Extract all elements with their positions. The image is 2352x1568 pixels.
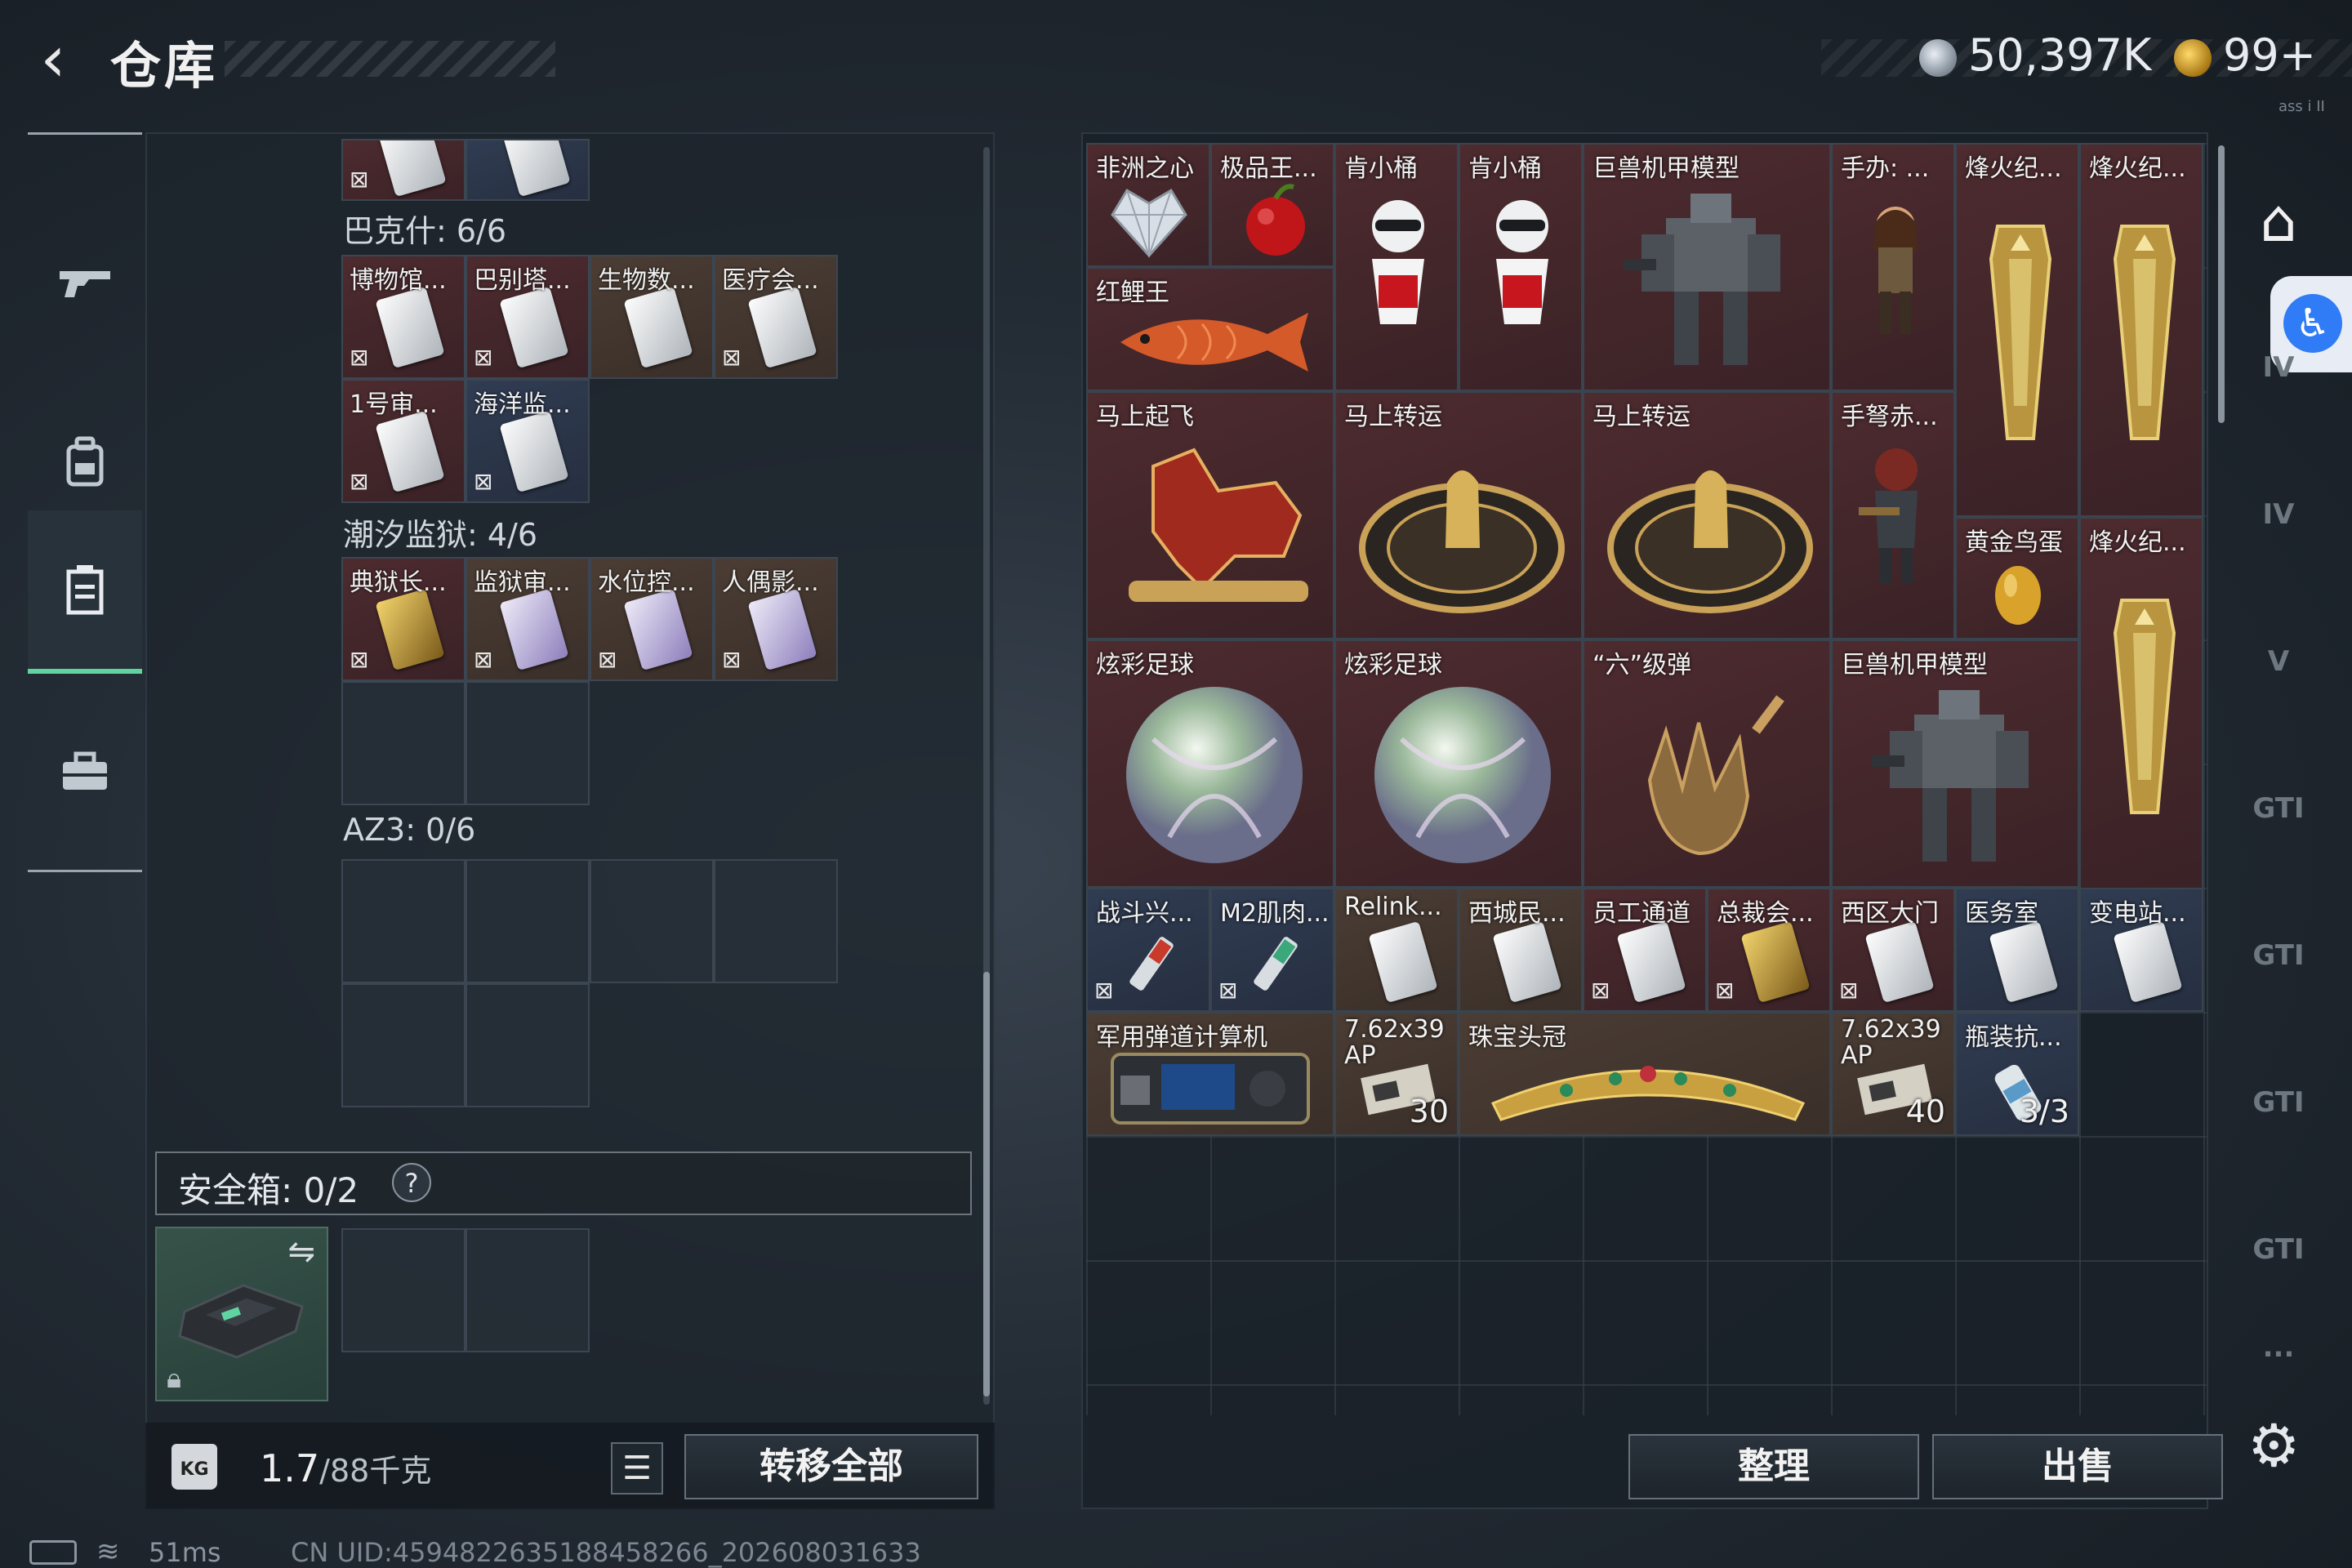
wifi-icon: ≋ bbox=[96, 1535, 120, 1568]
keycard-slot[interactable]: 监狱审... ⊠ bbox=[466, 557, 590, 681]
sort-button[interactable]: 整理 bbox=[1628, 1434, 1919, 1499]
keycard-slot[interactable]: 海洋监... ⊠ bbox=[466, 379, 590, 503]
item-keycard[interactable]: 变电站... bbox=[2079, 888, 2203, 1012]
container-icon[interactable] bbox=[28, 510, 142, 674]
lock-icon: 🔒︎ bbox=[167, 1362, 182, 1395]
item-figurine[interactable]: 手办: ... bbox=[1831, 143, 1955, 391]
keycard-slot[interactable]: 博物馆... ⊠ bbox=[341, 255, 466, 379]
item-mech-model[interactable]: 巨兽机甲模型 bbox=[1831, 639, 2079, 888]
empty-slot[interactable] bbox=[341, 983, 466, 1107]
list-view-button[interactable]: ☰ bbox=[611, 1442, 663, 1494]
gold-coin-icon bbox=[2174, 39, 2212, 77]
silver-coin-icon bbox=[1919, 39, 1957, 77]
item-bottled-antidote[interactable]: 瓶装抗... 3/3 bbox=[1955, 1012, 2079, 1136]
item-six-rounds-glove[interactable]: “六”级弹 bbox=[1583, 639, 1831, 888]
keycard-slot[interactable]: 典狱长... ⊠ bbox=[341, 557, 466, 681]
item-crossbow-figure[interactable]: 手弩赤... bbox=[1831, 391, 1955, 639]
item-keycard[interactable]: 西区大门 ⊠ bbox=[1831, 888, 1955, 1012]
sell-button[interactable]: 出售 bbox=[1932, 1434, 2223, 1499]
item-kfc-bucket-figure[interactable]: 肯小桶 bbox=[1459, 143, 1583, 391]
category-sidebar bbox=[28, 132, 142, 872]
item-syringe[interactable]: M2肌肉... ⊠ bbox=[1210, 888, 1334, 1012]
safe-box-item[interactable]: ⇋ 🔒︎ bbox=[155, 1227, 328, 1401]
rail-tab-3[interactable]: V bbox=[2238, 621, 2319, 702]
empty-slot[interactable] bbox=[466, 859, 590, 983]
left-scrollbar[interactable] bbox=[983, 972, 990, 1396]
item-heart-of-africa[interactable]: 非洲之心 bbox=[1086, 143, 1210, 267]
storage-home-icon[interactable]: ⌂ bbox=[2238, 180, 2319, 261]
rail-tab-1[interactable]: IV bbox=[2238, 327, 2319, 408]
item-keycard[interactable]: 西城民... bbox=[1459, 888, 1583, 1012]
item-jewel-crown[interactable]: 珠宝头冠 bbox=[1459, 1012, 1831, 1136]
move-all-button[interactable]: 转移全部 bbox=[684, 1434, 978, 1499]
rail-tab-5[interactable]: GTI bbox=[2238, 915, 2319, 996]
item-keycard[interactable]: 医务室 bbox=[1955, 888, 2079, 1012]
item-slot-partial[interactable]: ⊠ bbox=[341, 139, 466, 201]
gold-currency-value[interactable]: 99+ bbox=[2223, 29, 2316, 81]
group-label-tide-prison: 潮汐监狱: 4/6 bbox=[343, 517, 538, 553]
item-keycard[interactable]: 总裁会... ⊠ bbox=[1707, 888, 1831, 1012]
empty-slot[interactable] bbox=[714, 859, 838, 983]
empty-slot[interactable] bbox=[341, 681, 466, 805]
rail-tab-8[interactable]: ... bbox=[2238, 1323, 2319, 1372]
empty-slot[interactable] bbox=[341, 1228, 466, 1352]
rail-tab-7[interactable]: GTI bbox=[2238, 1209, 2319, 1290]
item-horse-statue[interactable]: 马上起飞 bbox=[1086, 391, 1334, 639]
empty-slot[interactable] bbox=[466, 681, 590, 805]
empty-slot[interactable] bbox=[466, 983, 590, 1107]
item-syringe[interactable]: 战斗兴... ⊠ bbox=[1086, 888, 1210, 1012]
group-label-az3: AZ3: 0/6 bbox=[343, 812, 476, 848]
item-fortune-wheel[interactable]: 马上转运 bbox=[1583, 391, 1831, 639]
item-golden-egg[interactable]: 黄金鸟蛋 bbox=[1955, 517, 2079, 639]
item-trophy[interactable]: 烽火纪... bbox=[1955, 143, 2079, 517]
keycard-slot[interactable]: 1号审... ⊠ bbox=[341, 379, 466, 503]
item-keycard[interactable]: Relink... bbox=[1334, 888, 1459, 1012]
group-label-bakesh: 巴克什: 6/6 bbox=[343, 213, 507, 249]
silver-currency-value: 50,397K bbox=[1968, 29, 2152, 81]
page-title: 仓库 bbox=[110, 36, 219, 96]
item-ballistic-computer[interactable]: 军用弹道计算机 bbox=[1086, 1012, 1334, 1136]
item-premium-apple[interactable]: 极品王... bbox=[1210, 143, 1334, 267]
briefcase-icon[interactable] bbox=[28, 690, 142, 853]
keycard-slot[interactable]: 人偶影... ⊠ bbox=[714, 557, 838, 681]
item-ammo-762[interactable]: 7.62x39 AP 30 bbox=[1334, 1012, 1459, 1136]
weight-readout: 1.7/88千克 bbox=[260, 1446, 432, 1490]
uid-readout: CN UID:4594822635188458266_202608031633 bbox=[291, 1537, 921, 1568]
help-icon[interactable]: ? bbox=[392, 1163, 431, 1202]
item-red-carp[interactable]: 红鲤王 bbox=[1086, 267, 1334, 391]
item-fortune-wheel[interactable]: 马上转运 bbox=[1334, 391, 1583, 639]
keycard-slot[interactable]: 医疗会... ⊠ bbox=[714, 255, 838, 379]
keycard-slot[interactable]: 生物数... bbox=[590, 255, 714, 379]
keycard-slot[interactable]: 巴别塔... ⊠ bbox=[466, 255, 590, 379]
item-trophy[interactable]: 烽火纪... bbox=[2079, 143, 2203, 517]
empty-slot[interactable] bbox=[466, 1228, 590, 1352]
item-holo-football[interactable]: 炫彩足球 bbox=[1086, 639, 1334, 888]
item-trophy[interactable]: 烽火纪... bbox=[2079, 517, 2203, 891]
watermark-text: ass i II bbox=[2278, 98, 2325, 115]
gun-icon[interactable] bbox=[28, 200, 142, 363]
keycard-slot[interactable]: 水位控... ⊠ bbox=[590, 557, 714, 681]
warehouse-scrollbar[interactable] bbox=[2218, 145, 2225, 423]
swap-icon[interactable]: ⇋ bbox=[287, 1233, 315, 1271]
item-keycard[interactable]: 员工通道 ⊠ bbox=[1583, 888, 1707, 1012]
empty-slot[interactable] bbox=[341, 859, 466, 983]
back-arrow-icon[interactable]: ‹ bbox=[24, 28, 82, 91]
battery-icon bbox=[29, 1540, 77, 1565]
weight-icon: KG bbox=[172, 1444, 217, 1490]
item-mech-model[interactable]: 巨兽机甲模型 bbox=[1583, 143, 1831, 391]
rail-tab-2[interactable]: IV bbox=[2238, 474, 2319, 555]
rail-tab-4[interactable]: GTI bbox=[2238, 768, 2319, 849]
rail-tab-6[interactable]: GTI bbox=[2238, 1062, 2319, 1143]
safe-box-label: 安全箱: 0/2 bbox=[178, 1170, 359, 1210]
empty-slot[interactable] bbox=[590, 859, 714, 983]
item-slot-partial[interactable] bbox=[466, 139, 590, 201]
title-stripe-decoration bbox=[225, 41, 555, 77]
item-holo-football[interactable]: 炫彩足球 bbox=[1334, 639, 1583, 888]
ping-readout: 51ms bbox=[149, 1537, 221, 1568]
gear-icon[interactable]: ⚙ bbox=[2247, 1411, 2301, 1480]
item-ammo-762[interactable]: 7.62x39 AP 40 bbox=[1831, 1012, 1955, 1136]
item-kfc-bucket-figure[interactable]: 肯小桶 bbox=[1334, 143, 1459, 391]
